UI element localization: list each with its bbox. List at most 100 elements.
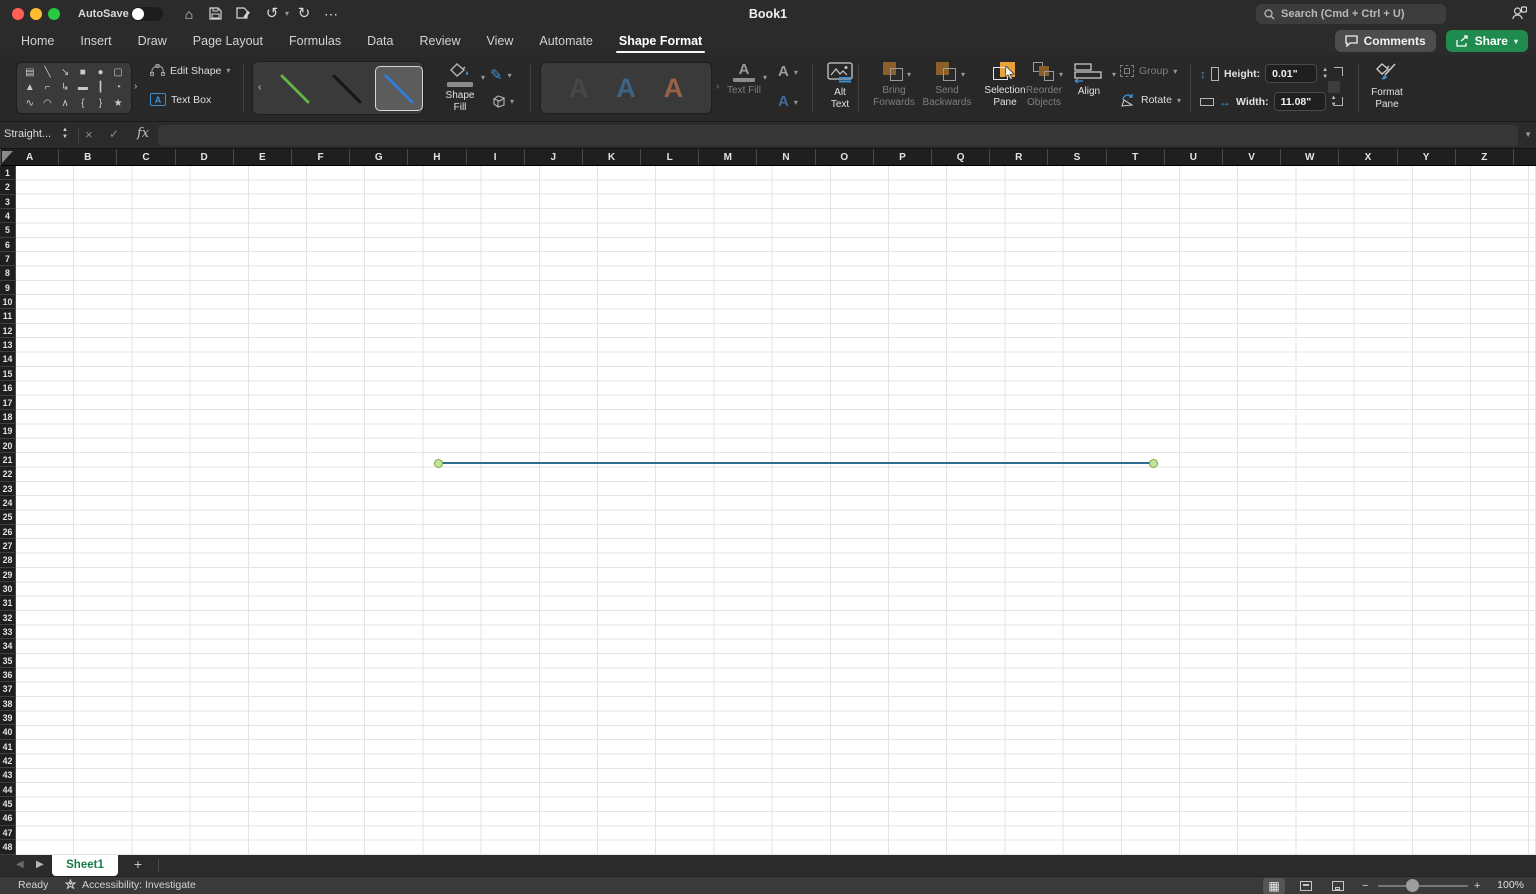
scribble-shape[interactable]: ∿	[26, 96, 34, 111]
column-header-i[interactable]: I	[467, 149, 525, 165]
row-header-39[interactable]: 39	[0, 711, 16, 726]
column-header-d[interactable]: D	[176, 149, 234, 165]
accessibility-status[interactable]: Accessibility: Investigate	[64, 879, 196, 891]
tab-automate[interactable]: Automate	[526, 28, 606, 55]
row-header-21[interactable]: 21	[0, 452, 16, 468]
name-box-stepper[interactable]: ▲ ▼	[62, 127, 68, 141]
format-pane-button[interactable]: Format Pane	[1364, 62, 1410, 110]
row-header-13[interactable]: 13	[0, 338, 16, 353]
wordart-dark[interactable]: A	[569, 73, 589, 104]
column-header-r[interactable]: R	[990, 149, 1049, 165]
text-outline-button[interactable]: A ▾	[778, 64, 798, 79]
row-header-25[interactable]: 25	[0, 510, 16, 525]
row-header-14[interactable]: 14	[0, 352, 16, 367]
text-box-shape[interactable]: ▤	[25, 65, 34, 80]
row-header-16[interactable]: 16	[0, 381, 16, 396]
row-header-35[interactable]: 35	[0, 653, 16, 669]
row-header-17[interactable]: 17	[0, 395, 16, 410]
column-header-k[interactable]: K	[583, 149, 642, 165]
column-header-q[interactable]: Q	[932, 149, 991, 165]
send-backwards-button[interactable]: Send Backwards	[916, 62, 978, 108]
column-header-b[interactable]: B	[59, 149, 118, 165]
column-header-e[interactable]: E	[234, 149, 292, 165]
row-header-32[interactable]: 32	[0, 610, 16, 625]
row-header-11[interactable]: 11	[0, 309, 16, 324]
row-header-12[interactable]: 12	[0, 323, 16, 339]
row-header-27[interactable]: 27	[0, 538, 16, 554]
tab-data[interactable]: Data	[354, 28, 406, 55]
shape-fill-button[interactable]: Shape Fill	[438, 62, 482, 113]
row-header-44[interactable]: 44	[0, 782, 16, 798]
column-header-f[interactable]: F	[292, 149, 351, 165]
arrow-shape[interactable]: ↘	[61, 65, 69, 80]
tab-shape-format[interactable]: Shape Format	[606, 28, 715, 55]
column-header-m[interactable]: M	[699, 149, 758, 165]
reorder-objects-chevron-icon[interactable]: ▾	[1059, 70, 1063, 79]
star-shape[interactable]: ★	[114, 96, 123, 111]
pie-shape[interactable]: ◔	[115, 80, 121, 95]
bring-forwards-chevron-icon[interactable]: ▾	[907, 70, 911, 79]
tab-insert[interactable]: Insert	[67, 28, 124, 55]
row-header-41[interactable]: 41	[0, 739, 16, 755]
row-header-23[interactable]: 23	[0, 481, 16, 496]
zoom-in-button[interactable]: +	[1474, 880, 1480, 892]
row-header-3[interactable]: 3	[0, 194, 16, 210]
row-header-29[interactable]: 29	[0, 567, 16, 582]
row-header-24[interactable]: 24	[0, 495, 16, 511]
zoom-slider-track[interactable]	[1378, 885, 1468, 887]
column-header-c[interactable]: C	[117, 149, 176, 165]
elbow-arrow-shape[interactable]: ↳	[61, 80, 69, 95]
formula-input[interactable]	[158, 125, 1518, 146]
send-backwards-chevron-icon[interactable]: ▾	[961, 70, 965, 79]
row-header-33[interactable]: 33	[0, 625, 16, 640]
lock-aspect-ratio-checkbox[interactable]	[1328, 81, 1340, 93]
row-header-47[interactable]: 47	[0, 825, 16, 841]
row-header-1[interactable]: 1	[0, 166, 16, 181]
row-header-40[interactable]: 40	[0, 725, 16, 740]
row-header-30[interactable]: 30	[0, 581, 16, 597]
height-stepper[interactable]: ▲ ▼	[1322, 67, 1328, 80]
column-header-n[interactable]: N	[757, 149, 816, 165]
column-header-p[interactable]: P	[874, 149, 932, 165]
shape-styles-prev-icon[interactable]: ‹	[258, 82, 261, 93]
tab-page-layout[interactable]: Page Layout	[180, 28, 276, 55]
cancel-icon[interactable]: ×	[85, 127, 93, 142]
rotate-button[interactable]: Rotate ▾	[1120, 93, 1181, 107]
insert-function-icon[interactable]: fx	[137, 126, 149, 141]
straight-connector-shape[interactable]	[438, 462, 1153, 464]
text-fill-chevron-icon[interactable]: ▾	[763, 73, 767, 82]
shape-handle-left[interactable]	[433, 458, 443, 468]
worksheet-grid[interactable]	[16, 166, 1536, 855]
row-header-36[interactable]: 36	[0, 668, 16, 683]
shape-effects-button[interactable]: ▾	[490, 95, 514, 108]
wordart-gallery-more-icon[interactable]: ›	[716, 81, 719, 92]
search-input[interactable]: Search (Cmd + Ctrl + U)	[1256, 4, 1446, 24]
row-header-26[interactable]: 26	[0, 524, 16, 539]
row-header-28[interactable]: 28	[0, 553, 16, 568]
page-break-view-button[interactable]	[1327, 878, 1349, 894]
column-header-partial[interactable]	[1514, 149, 1536, 165]
row-header-42[interactable]: 42	[0, 754, 16, 769]
group-button[interactable]: Group ▾	[1120, 65, 1177, 77]
tab-home[interactable]: Home	[8, 28, 67, 55]
row-header-2[interactable]: 2	[0, 180, 16, 195]
rounded-rectangle-shape[interactable]: ▢	[113, 65, 122, 80]
height-input[interactable]: 0.01"	[1265, 64, 1318, 83]
dash-shape[interactable]: ▬	[78, 80, 88, 95]
row-header-46[interactable]: 46	[0, 811, 16, 826]
row-header-20[interactable]: 20	[0, 438, 16, 453]
shape-outline-button[interactable]: ✎ ▾	[490, 66, 512, 84]
vertical-line-shape[interactable]: ┃	[97, 80, 103, 95]
row-header-38[interactable]: 38	[0, 696, 16, 712]
wordart-orange[interactable]: A	[664, 73, 684, 104]
rectangle-shape[interactable]: ■	[80, 65, 86, 80]
row-header-10[interactable]: 10	[0, 295, 16, 310]
tab-formulas[interactable]: Formulas	[276, 28, 354, 55]
reorder-objects-button[interactable]: Reorder Objects	[1016, 62, 1072, 108]
row-header-15[interactable]: 15	[0, 366, 16, 382]
row-header-45[interactable]: 45	[0, 797, 16, 812]
tab-draw[interactable]: Draw	[125, 28, 180, 55]
tab-review[interactable]: Review	[406, 28, 473, 55]
column-header-z[interactable]: Z	[1456, 149, 1514, 165]
row-header-19[interactable]: 19	[0, 424, 16, 439]
